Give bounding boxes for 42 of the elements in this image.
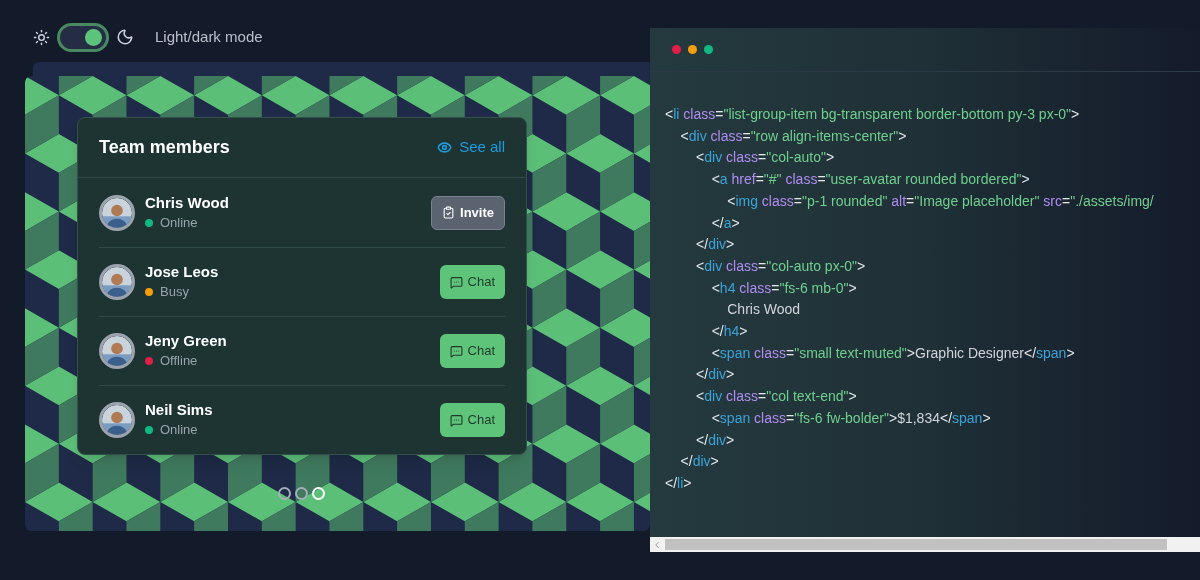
- member-status: Online: [160, 421, 198, 440]
- chat-button[interactable]: Chat: [439, 334, 505, 368]
- code-line: <a href="#" class="user-avatar rounded bordered">: [710, 170, 1030, 190]
- code-line: </li>: [665, 473, 692, 493]
- member-name: Jose Leos: [145, 262, 219, 283]
- invite-button[interactable]: Invite: [431, 195, 505, 230]
- code-line: <span class="fs-6 fw-bolder">$1,834</span>: [710, 408, 991, 428]
- member-status: Busy: [160, 283, 189, 302]
- code-line: </h4>: [710, 322, 748, 342]
- member-status: Offline: [160, 352, 198, 371]
- member-name: Jeny Green: [145, 331, 227, 352]
- member-name: Neil Sims: [145, 400, 213, 421]
- code-line: <h4 class="fs-6 mb-0">: [710, 278, 857, 298]
- code-line: <div class="row align-items-center">: [679, 126, 907, 146]
- code-line: </div>: [695, 365, 735, 385]
- code-line: <span class="small text-muted">Graphic Designer</span>: [710, 343, 1075, 363]
- chat-icon: [449, 413, 463, 427]
- code-line: </div>: [695, 235, 735, 255]
- code-line: <li class="list-group-item bg-transparent border-bottom py-3 px-0">: [665, 105, 1080, 124]
- code-line: </div>: [695, 430, 735, 450]
- card-title: Team members: [99, 136, 230, 159]
- sun-icon: [33, 28, 50, 46]
- clipboard-icon: [442, 206, 456, 219]
- horizontal-scrollbar[interactable]: [650, 537, 1200, 552]
- chat-button[interactable]: Chat: [439, 403, 505, 437]
- chat-icon: [449, 275, 463, 289]
- chat-button[interactable]: Chat: [439, 265, 505, 299]
- code-line: <div class="col-auto px-0">: [695, 256, 866, 276]
- code-line: </div>: [679, 452, 719, 472]
- theme-toggle[interactable]: [57, 22, 109, 52]
- code-line: <img class="p-1 rounded" alt="Image placeholder" src="./assets/img/: [726, 191, 1154, 211]
- moon-icon: [116, 28, 134, 46]
- code-line: Chris Wood: [726, 300, 801, 320]
- member-name: Chris Wood: [145, 192, 229, 213]
- code-line: </a>: [710, 213, 740, 233]
- chat-icon: [449, 344, 463, 358]
- code-line: <div class="col text-end">: [695, 387, 857, 407]
- eye-icon: [437, 140, 453, 155]
- see-all-link[interactable]: See all: [437, 136, 505, 159]
- toggle-label: Light/dark mode: [155, 26, 263, 47]
- code-line: <div class="col-auto">: [695, 148, 835, 168]
- member-status: Online: [160, 213, 198, 232]
